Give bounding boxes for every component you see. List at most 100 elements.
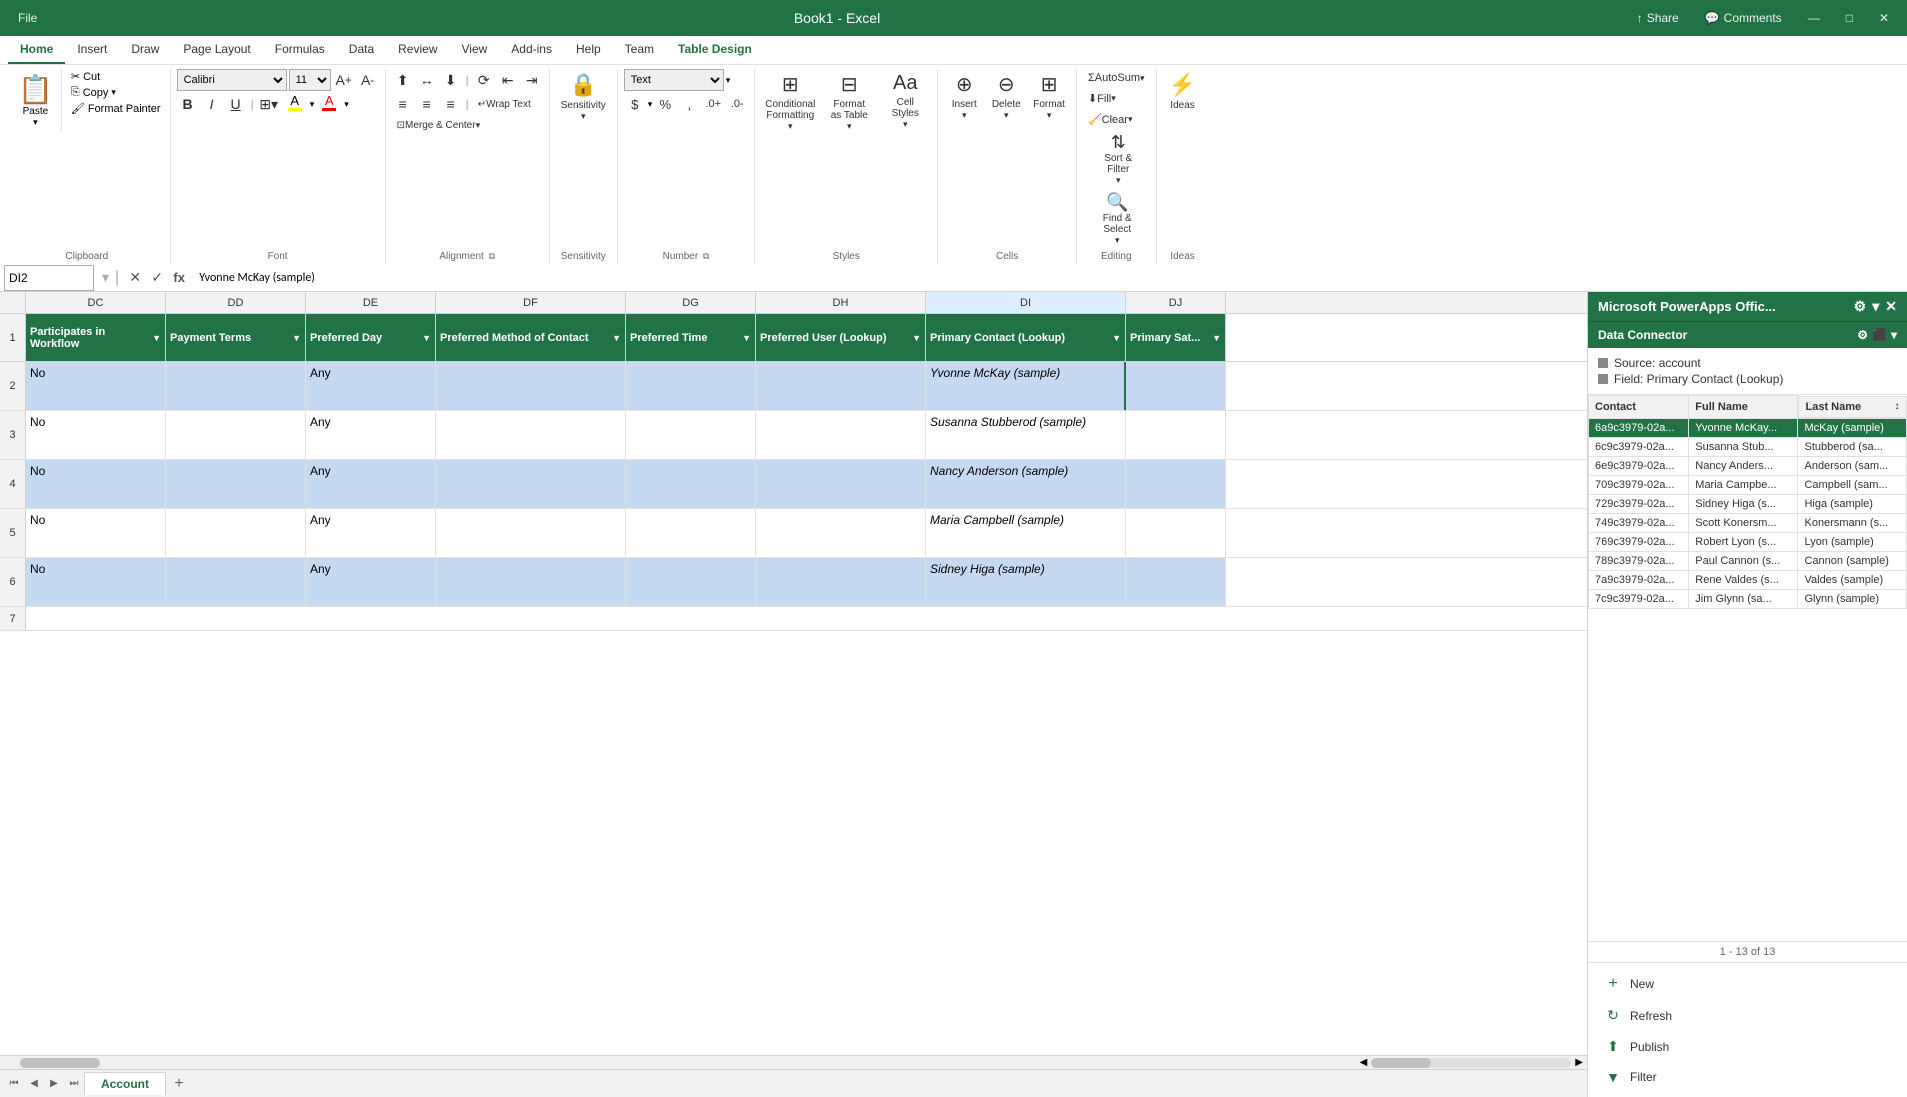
decrease-decimal-button[interactable]: .0- <box>726 93 748 115</box>
accounting-format-button[interactable]: $ <box>624 93 646 115</box>
refresh-action-button[interactable]: ↻ Refresh <box>1598 1003 1897 1028</box>
italic-button[interactable]: I <box>201 93 223 115</box>
cell-5-dc[interactable]: No <box>26 509 166 557</box>
sheet-nav-next[interactable]: ▶ <box>44 1074 64 1094</box>
header-cell-dh[interactable]: Preferred User (Lookup) ▼ <box>756 314 926 361</box>
cell-4-dg[interactable] <box>626 460 756 508</box>
format-painter-button[interactable]: 🖌 Format Painter <box>68 101 164 116</box>
col-header-dc[interactable]: DC <box>26 292 166 313</box>
list-item[interactable]: 729c3979-02a... Sidney Higa (s... Higa (… <box>1589 494 1907 513</box>
h-scrollbar-track[interactable] <box>1371 1058 1571 1068</box>
cell-4-dc[interactable]: No <box>26 460 166 508</box>
header-dd-filter[interactable]: ▼ <box>292 333 301 343</box>
increase-decimal-button[interactable]: .0+ <box>702 93 724 115</box>
cell-2-dg[interactable] <box>626 362 756 410</box>
increase-font-button[interactable]: A+ <box>333 69 355 91</box>
tab-view[interactable]: View <box>450 36 500 64</box>
cell-3-dc[interactable]: No <box>26 411 166 459</box>
name-box-dropdown-icon[interactable]: ▾ <box>98 269 113 286</box>
format-cells-button[interactable]: ⊞ Format ▾ <box>1028 69 1070 124</box>
header-dh-filter[interactable]: ▼ <box>912 333 921 343</box>
tab-page-layout[interactable]: Page Layout <box>171 36 262 64</box>
row-num-6[interactable]: 6 <box>0 558 26 606</box>
header-cell-di[interactable]: Primary Contact (Lookup) ▼ <box>926 314 1126 361</box>
format-as-table-button[interactable]: ⊟ Format as Table ▾ <box>823 69 875 135</box>
cell-5-de[interactable]: Any <box>306 509 436 557</box>
borders-button[interactable]: ⊞▾ <box>258 93 280 115</box>
cell-4-dd[interactable] <box>166 460 306 508</box>
list-item[interactable]: 6e9c3979-02a... Nancy Anders... Anderson… <box>1589 456 1907 475</box>
list-item[interactable]: 789c3979-02a... Paul Cannon (s... Cannon… <box>1589 551 1907 570</box>
tab-data[interactable]: Data <box>337 36 386 64</box>
panel-settings-icon[interactable]: ⚙ <box>1854 298 1867 315</box>
publish-action-button[interactable]: ⬆ Publish <box>1598 1034 1897 1059</box>
underline-button[interactable]: U <box>225 93 247 115</box>
panel-close-icon[interactable]: ✕ <box>1885 298 1897 315</box>
orientation-button[interactable]: ⟳ <box>473 69 495 91</box>
col-header-dj[interactable]: DJ <box>1126 292 1226 313</box>
formula-cancel-button[interactable]: ✕ <box>125 268 145 288</box>
header-df-filter[interactable]: ▼ <box>612 333 621 343</box>
font-size-select[interactable]: 11 <box>289 69 331 91</box>
header-dj-filter[interactable]: ▼ <box>1212 333 1221 343</box>
col-header-dg[interactable]: DG <box>626 292 756 313</box>
header-cell-dj[interactable]: Primary Sat... ▼ <box>1126 314 1226 361</box>
align-bottom-button[interactable]: ⬇ <box>440 69 462 91</box>
indent-increase-button[interactable]: ⇥ <box>521 69 543 91</box>
cell-6-dc[interactable]: No <box>26 558 166 606</box>
list-item[interactable]: 749c3979-02a... Scott Konersm... Konersm… <box>1589 513 1907 532</box>
conditional-formatting-button[interactable]: ⊞ Conditional Formatting ▾ <box>761 69 819 135</box>
cell-2-dh[interactable] <box>756 362 926 410</box>
header-cell-dc[interactable]: Participates in Workflow ▼ <box>26 314 166 361</box>
sort-filter-button[interactable]: ⇅ Sort & Filter ▾ <box>1092 129 1144 189</box>
align-left-button[interactable]: ≡ <box>392 93 414 115</box>
comments-button[interactable]: 💬 Comments <box>1697 7 1790 29</box>
cell-2-di[interactable]: Yvonne McKay (sample) <box>926 362 1126 410</box>
decrease-font-button[interactable]: A- <box>357 69 379 91</box>
data-connector-options-icon[interactable]: ⬛ <box>1872 328 1887 342</box>
formula-confirm-button[interactable]: ✓ <box>147 268 167 288</box>
add-sheet-button[interactable]: + <box>168 1073 190 1095</box>
cell-3-dg[interactable] <box>626 411 756 459</box>
header-cell-dg[interactable]: Preferred Time ▼ <box>626 314 756 361</box>
align-top-button[interactable]: ⬆ <box>392 69 414 91</box>
highlight-color-button[interactable]: A <box>282 93 308 115</box>
bold-button[interactable]: B <box>177 93 199 115</box>
fill-button[interactable]: ⬇ Fill ▾ <box>1083 89 1121 108</box>
data-connector-dropdown-icon[interactable]: ▾ <box>1891 328 1897 342</box>
h-scrollbar-inner-thumb[interactable] <box>1371 1058 1431 1068</box>
tab-review[interactable]: Review <box>386 36 449 64</box>
file-tab[interactable]: File <box>10 7 45 29</box>
cell-6-di[interactable]: Sidney Higa (sample) <box>926 558 1126 606</box>
new-action-button[interactable]: + New <box>1598 971 1897 997</box>
list-item[interactable]: 7c9c3979-02a... Jim Glynn (sa... Glynn (… <box>1589 589 1907 608</box>
row-num-5[interactable]: 5 <box>0 509 26 557</box>
cell-5-di[interactable]: Maria Campbell (sample) <box>926 509 1126 557</box>
insert-cells-button[interactable]: ⊕ Insert ▾ <box>944 69 984 124</box>
cell-5-dg[interactable] <box>626 509 756 557</box>
cell-4-di[interactable]: Nancy Anderson (sample) <box>926 460 1126 508</box>
ideas-button[interactable]: ⚡ Ideas <box>1163 69 1203 114</box>
sensitivity-button[interactable]: 🔒 Sensitivity ▾ <box>556 69 611 125</box>
tab-add-ins[interactable]: Add-ins <box>499 36 564 64</box>
tab-formulas[interactable]: Formulas <box>263 36 337 64</box>
align-right-button[interactable]: ≡ <box>440 93 462 115</box>
number-format-select[interactable]: Text General Number Currency <box>624 69 724 91</box>
indent-decrease-button[interactable]: ⇤ <box>497 69 519 91</box>
cell-6-dd[interactable] <box>166 558 306 606</box>
tab-help[interactable]: Help <box>564 36 613 64</box>
cell-4-dh[interactable] <box>756 460 926 508</box>
cell-6-de[interactable]: Any <box>306 558 436 606</box>
filter-action-button[interactable]: ▼ Filter <box>1598 1065 1897 1089</box>
cell-5-dd[interactable] <box>166 509 306 557</box>
cell-3-dj[interactable] <box>1126 411 1226 459</box>
tab-team[interactable]: Team <box>613 36 666 64</box>
col-header-de[interactable]: DE <box>306 292 436 313</box>
autosum-button[interactable]: Σ AutoSum ▾ <box>1083 69 1150 87</box>
cell-3-dh[interactable] <box>756 411 926 459</box>
cell-6-dg[interactable] <box>626 558 756 606</box>
cell-2-df[interactable] <box>436 362 626 410</box>
cell-2-dj[interactable] <box>1126 362 1226 410</box>
col-header-di[interactable]: DI <box>926 292 1126 313</box>
cell-4-dj[interactable] <box>1126 460 1226 508</box>
